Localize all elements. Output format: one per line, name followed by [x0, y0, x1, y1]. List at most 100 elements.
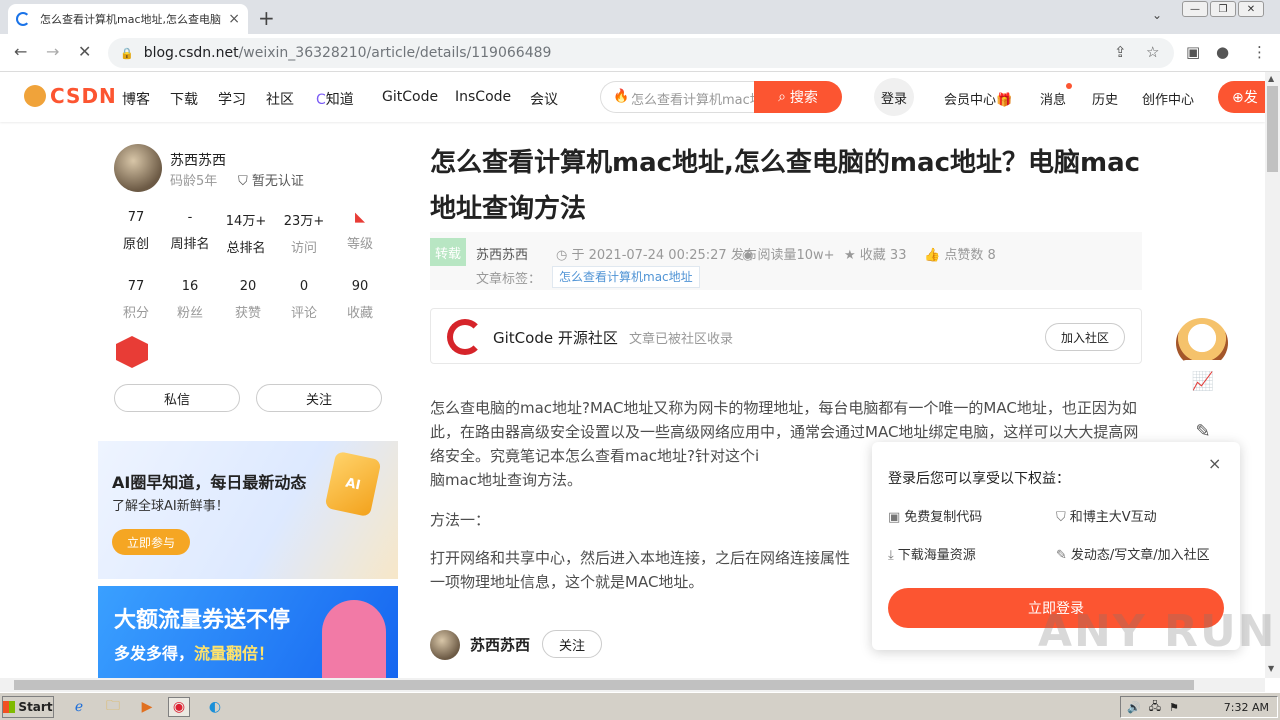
- scroll-down-arrow-icon[interactable]: ▼: [1268, 664, 1274, 673]
- nav-gitcode[interactable]: GitCode: [382, 89, 438, 105]
- flag-icon[interactable]: ⚑: [1169, 701, 1179, 714]
- article-title: 怎么查看计算机mac地址,怎么查电脑的mac地址？电脑mac地址查询方法: [430, 148, 1141, 224]
- folder-icon[interactable]: 🗀: [102, 697, 124, 717]
- join-community-button[interactable]: 加入社区: [1045, 323, 1125, 351]
- ai-cube-icon: AI: [324, 450, 382, 518]
- traffic-coupon-banner[interactable]: 大额流量券送不停 多发多得，流量翻倍！: [98, 586, 398, 678]
- ai-banner-title: AI圈早知道，每日最新动态: [112, 473, 307, 492]
- stat-favorites: 90 收藏: [346, 279, 373, 321]
- tag-label: 文章标签：: [476, 272, 542, 287]
- nav-zhidao[interactable]: C知道: [316, 89, 354, 109]
- nav-messages[interactable]: 消息: [1040, 89, 1066, 108]
- favorite-count[interactable]: ★ 收藏 33: [844, 244, 906, 263]
- gitcode-logo-icon: [447, 319, 483, 355]
- follow-button[interactable]: 关注: [256, 384, 382, 412]
- horizontal-scrollbar[interactable]: [0, 678, 1265, 692]
- nav-blog[interactable]: 博客: [122, 89, 150, 109]
- gitcode-subtitle: 文章已被社区收录: [629, 332, 734, 347]
- article-tag[interactable]: 怎么查看计算机mac地址: [552, 266, 700, 288]
- minimize-button[interactable]: —: [1182, 1, 1208, 17]
- side-panel-icon[interactable]: ▣: [1186, 43, 1200, 61]
- volume-icon[interactable]: 🔊: [1127, 701, 1141, 714]
- article-author-link[interactable]: 苏西苏西: [476, 244, 528, 263]
- nav-inscode[interactable]: InsCode: [455, 89, 511, 105]
- perk-interact: ⛉ 和博主大V互动: [1056, 510, 1157, 525]
- like-count[interactable]: 👍 点赞数 8: [924, 244, 996, 263]
- search-input[interactable]: 🔥 怎么查看计算机mac地址: [600, 81, 756, 113]
- back-arrow-icon[interactable]: ←: [14, 42, 27, 61]
- csdn-mascot-icon: [24, 85, 46, 107]
- network-icon[interactable]: 🖧: [1149, 698, 1161, 717]
- level-icon: ◣: [355, 210, 365, 225]
- search-button[interactable]: ⌕ 搜索: [754, 81, 842, 113]
- notification-dot: [1066, 83, 1072, 89]
- csdn-logo[interactable]: CSDN: [24, 84, 117, 108]
- scroll-thumb[interactable]: [1267, 86, 1278, 172]
- scroll-up-arrow-icon[interactable]: ▲: [1268, 74, 1274, 83]
- nav-meeting[interactable]: 会议: [530, 89, 558, 109]
- window-controls: — ❐ ✕: [1182, 1, 1264, 17]
- zhidao-icon: C: [316, 92, 326, 108]
- author-bar-name[interactable]: 苏西苏西: [470, 634, 530, 655]
- tab-close-button[interactable]: ×: [228, 11, 240, 27]
- nav-download[interactable]: 下载: [170, 89, 198, 109]
- author-bar-follow-button[interactable]: 关注: [542, 630, 602, 658]
- avatar[interactable]: [114, 144, 162, 192]
- edge-icon[interactable]: ◐: [204, 697, 226, 717]
- ai-banner-join-button[interactable]: 立即参与: [112, 529, 190, 555]
- site-header: CSDN 博客 下载 学习 社区 C知道 GitCode InsCode 会议 …: [0, 72, 1278, 122]
- login-button[interactable]: 登录: [874, 78, 914, 116]
- hscroll-thumb[interactable]: [14, 680, 1194, 690]
- nav-learn[interactable]: 学习: [218, 89, 246, 109]
- nav-community[interactable]: 社区: [266, 89, 294, 109]
- repost-badge: 转载: [430, 238, 466, 266]
- loading-spinner-icon: [16, 12, 30, 26]
- browser-tab-active[interactable]: 怎么查看计算机mac地址,怎么查电脑 ×: [8, 4, 248, 34]
- plus-icon: ⊕: [1232, 90, 1244, 106]
- code-icon: ▣: [888, 510, 901, 525]
- window-close-button[interactable]: ✕: [1238, 1, 1264, 17]
- media-player-icon[interactable]: ▶: [136, 697, 158, 717]
- new-tab-button[interactable]: +: [258, 6, 275, 30]
- popup-close-button[interactable]: ×: [1208, 454, 1221, 473]
- gitcode-name[interactable]: GitCode 开源社区: [493, 327, 618, 348]
- nav-creator-center[interactable]: 创作中心: [1142, 89, 1194, 108]
- code-age: 码龄5年: [170, 174, 218, 189]
- stat-weekly-rank[interactable]: - 周排名: [160, 210, 220, 252]
- message-button[interactable]: 私信: [114, 384, 240, 412]
- bookmark-star-icon[interactable]: ☆: [1146, 43, 1159, 61]
- author-badge-icon[interactable]: [116, 336, 148, 368]
- address-bar[interactable]: 🔒 blog.csdn.net/weixin_36328210/article/…: [108, 38, 1174, 68]
- ai-news-banner[interactable]: AI圈早知道，每日最新动态 了解全球AI新鲜事！ 立即参与 AI: [98, 441, 398, 579]
- stat-total-rank[interactable]: 14万+ 总排名: [216, 210, 276, 256]
- gift-icon: 🎁: [996, 93, 1013, 108]
- trend-chart-icon[interactable]: 📈: [1182, 360, 1224, 402]
- profile-icon[interactable]: ●: [1216, 43, 1229, 61]
- forward-arrow-icon[interactable]: →: [46, 42, 59, 61]
- author-name[interactable]: 苏西苏西: [170, 150, 226, 170]
- article-info-box: 转载 苏西苏西 ◷ 于 2021-07-24 00:25:27 发布 ◉ 阅读量…: [430, 232, 1142, 290]
- vertical-scrollbar[interactable]: ▲ ▼: [1265, 72, 1280, 678]
- tab-search-chevron-icon[interactable]: ⌄: [1152, 8, 1162, 22]
- restore-button[interactable]: ❐: [1210, 1, 1236, 17]
- start-button[interactable]: Start: [2, 696, 54, 718]
- share-icon[interactable]: ⇪: [1114, 43, 1127, 61]
- nav-history[interactable]: 历史: [1092, 89, 1118, 108]
- thumbs-up-icon: 👍: [924, 248, 941, 263]
- tab-title: 怎么查看计算机mac地址,怎么查电脑: [40, 13, 221, 26]
- chrome-icon[interactable]: ◉: [168, 697, 190, 717]
- lock-icon[interactable]: 🔒: [120, 47, 134, 60]
- certification: ⛉ 暂无认证: [238, 174, 304, 189]
- stat-original[interactable]: 77 原创: [106, 210, 166, 252]
- stat-level[interactable]: ◣ 等级: [330, 210, 390, 252]
- author-avatar[interactable]: [430, 630, 460, 660]
- nav-vip-center[interactable]: 会员中心🎁: [944, 89, 1012, 108]
- clock[interactable]: 7:32 AM: [1224, 701, 1269, 714]
- fire-icon: 🔥: [613, 89, 630, 104]
- anyrun-watermark: ANY RUN: [1038, 606, 1277, 657]
- windows-taskbar: Start ℯ 🗀 ▶ ◉ ◐ 🔊 🖧 ⚑ 7:32 AM: [0, 692, 1280, 720]
- star-icon: ★: [844, 248, 856, 263]
- stop-loading-icon[interactable]: ✕: [78, 42, 91, 61]
- menu-kebab-icon[interactable]: ⋮: [1252, 43, 1267, 61]
- ie-icon[interactable]: ℯ: [68, 697, 90, 717]
